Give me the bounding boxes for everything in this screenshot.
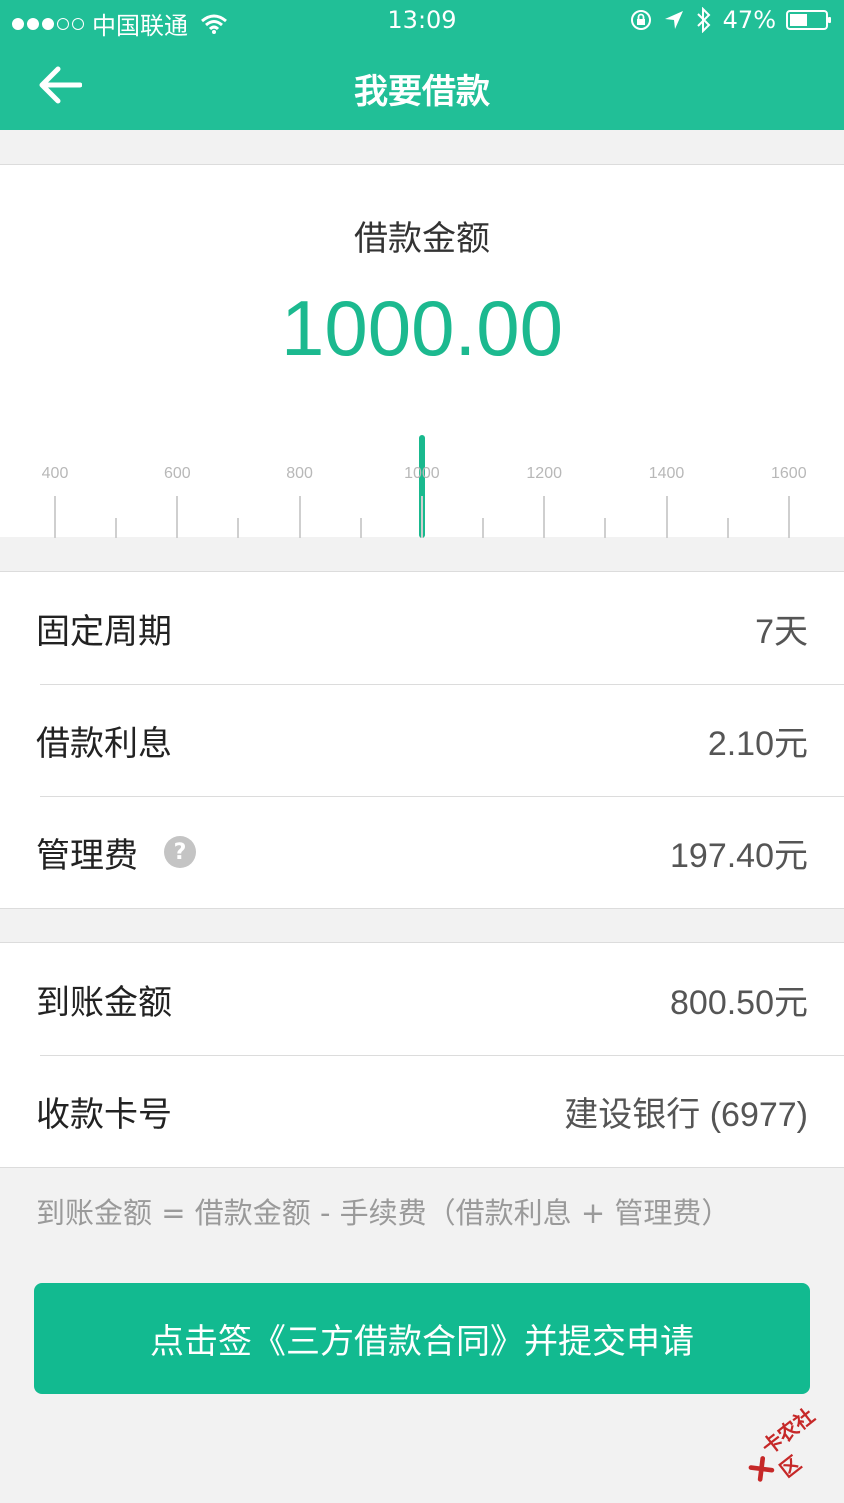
period-label: 固定周期: [36, 611, 172, 652]
management-fee-label: 管理费: [36, 835, 138, 876]
interest-label: 借款利息: [36, 723, 172, 764]
ruler-tick-label: 1400: [648, 465, 685, 482]
ruler-tick-label: 400: [41, 465, 69, 482]
management-fee-value: 197.40元: [670, 836, 808, 875]
ruler-major-tick: [543, 496, 546, 538]
ruler-major-tick: [176, 496, 179, 538]
location-arrow-icon: [664, 11, 683, 29]
rotation-lock-icon: [630, 10, 651, 30]
detail-row-interest: 借款利息 2.10元: [0, 684, 844, 796]
ruler-tick-label: 800: [286, 465, 313, 482]
submit-button[interactable]: 点击签《三方借款合同》并提交申请: [34, 1283, 810, 1394]
detail-row-management-fee: 管理费 ? 197.40元: [0, 796, 844, 908]
receipt-row-bank-card[interactable]: 收款卡号 建设银行 (6977): [0, 1055, 844, 1167]
ruler-major-tick: [420, 496, 423, 538]
ruler-major-tick: [298, 496, 301, 538]
nav-bar: 我要借款: [0, 42, 844, 130]
ruler-major-tick: [787, 496, 790, 538]
status-bar: 中国联通 13:09 47%: [0, 0, 844, 42]
amount-value: 1000.00: [281, 284, 563, 372]
ruler-minor-tick: [482, 518, 485, 538]
ruler-tick-label: 1600: [771, 465, 807, 482]
received-amount-label: 到账金额: [36, 982, 172, 1023]
bluetooth-icon: [696, 7, 711, 33]
receipt-section: 到账金额 800.50元 收款卡号 建设银行 (6977): [0, 942, 844, 1168]
ruler-minor-tick: [604, 518, 607, 538]
watermark: 卡农社区: [731, 1387, 844, 1503]
management-fee-label-wrap: 管理费 ?: [36, 828, 196, 877]
amount-ruler-slider[interactable]: 400 600 800 1000 1200 1400 1600: [0, 427, 844, 538]
battery-icon: [786, 10, 831, 30]
ruler-minor-tick: [726, 518, 729, 538]
received-amount-value: 800.50元: [670, 983, 808, 1022]
ruler-tick-label: 600: [163, 465, 191, 482]
amount-label: 借款金额: [354, 219, 490, 259]
period-value: 7天: [755, 612, 808, 651]
page-title: 我要借款: [354, 72, 490, 112]
amount-card: 借款金额 1000.00 400 600 800 1000 1200 1400 1600: [0, 164, 844, 538]
ruler-tick-label: 1200: [526, 465, 562, 482]
interest-value: 2.10元: [707, 724, 808, 763]
loan-details-section: 固定周期 7天 借款利息 2.10元 管理费 ? 197.40元: [0, 571, 844, 909]
receipt-row-received-amount: 到账金额 800.50元: [0, 943, 844, 1055]
status-right: 47%: [629, 6, 832, 34]
ruler-minor-tick: [115, 518, 118, 538]
help-icon[interactable]: ?: [164, 836, 196, 868]
ruler-major-tick: [54, 496, 56, 538]
fee-formula-note: 到账金额 = 借款金额 - 手续费（借款利息 + 管理费）: [36, 1196, 731, 1230]
ruler-tick-label: 1000: [404, 465, 440, 482]
ruler-major-tick: [665, 496, 668, 538]
bank-card-value: 建设银行 (6977): [564, 1095, 808, 1134]
ruler-minor-tick: [237, 518, 240, 538]
detail-row-period: 固定周期 7天: [0, 572, 844, 684]
ruler-minor-tick: [359, 518, 362, 538]
battery-percent: 47%: [722, 6, 776, 34]
bank-card-label: 收款卡号: [36, 1094, 172, 1135]
